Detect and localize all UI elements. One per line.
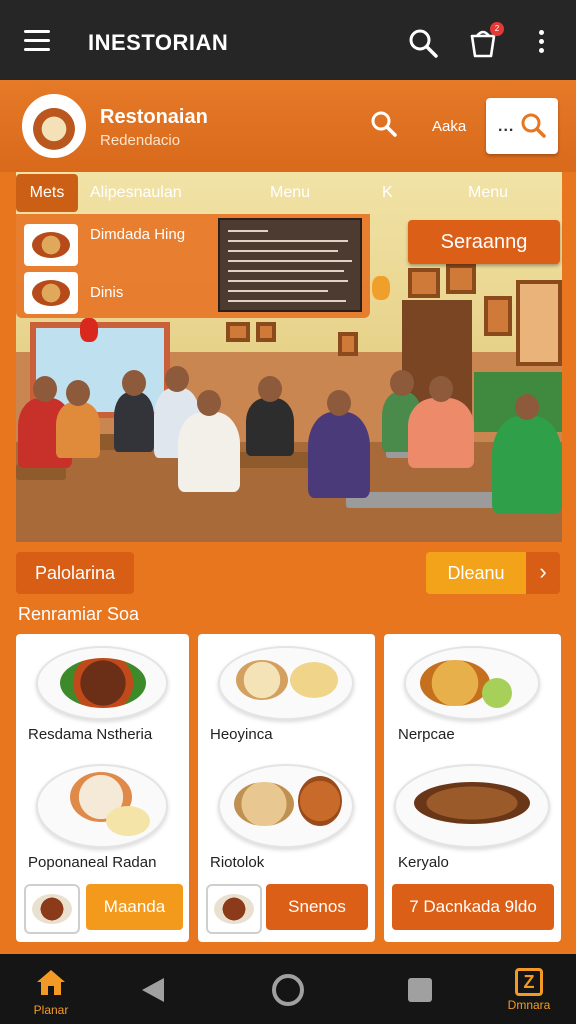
home-icon bbox=[37, 970, 65, 995]
tab-mets[interactable]: Mets bbox=[16, 174, 78, 212]
z-icon: Z bbox=[515, 968, 543, 996]
dish-image bbox=[404, 646, 540, 720]
product-card[interactable]: Resdama Nstheria Poponaneal Radan Maanda bbox=[16, 634, 189, 942]
browse-button[interactable]: Dleanu › bbox=[426, 552, 560, 594]
back-icon[interactable] bbox=[142, 978, 164, 1002]
nav-end-button[interactable]: Z Dmnara bbox=[498, 968, 560, 1012]
hamburger-menu-icon[interactable] bbox=[24, 30, 50, 52]
restaurant-name: Restonaian bbox=[100, 106, 208, 128]
tab-menu-secondary[interactable]: Menu bbox=[468, 184, 508, 202]
nav-home-label: Planar bbox=[33, 1003, 69, 1017]
dropdown-item-label: Dimdada Hing bbox=[90, 226, 186, 243]
card-action-button[interactable]: Maanda bbox=[86, 884, 183, 930]
search-box-button[interactable]: ... bbox=[486, 98, 558, 154]
restaurant-header: Restonaian Redendacio Aaka ... bbox=[0, 80, 576, 172]
card-action-button[interactable]: 7 Dacnkada 9ldo bbox=[392, 884, 554, 930]
serving-button[interactable]: Seraanng bbox=[408, 220, 560, 264]
dish-name: Riotolok bbox=[210, 854, 265, 871]
dish-image bbox=[394, 764, 550, 848]
home-circle-icon[interactable] bbox=[272, 974, 304, 1006]
search-box-prefix: ... bbox=[498, 118, 515, 135]
nav-home-button[interactable]: Planar bbox=[26, 968, 76, 1017]
dish-thumbnail bbox=[206, 884, 262, 934]
dish-name: Heoyinca bbox=[210, 726, 273, 743]
card-action-button[interactable]: Snenos bbox=[266, 884, 368, 930]
cart-button[interactable]: 2 bbox=[466, 22, 504, 60]
tab-k[interactable]: K bbox=[382, 184, 393, 202]
chevron-right-icon: › bbox=[526, 552, 560, 594]
search-icon[interactable] bbox=[408, 28, 438, 58]
tab-menu[interactable]: Menu bbox=[270, 184, 310, 202]
dish-name: Keryalo bbox=[398, 854, 449, 871]
nav-end-label: Dmnara bbox=[507, 998, 551, 1012]
menu-tab-bar: Mets Alipesnaulan Menu K Menu bbox=[16, 174, 546, 214]
browse-button-label: Dleanu bbox=[426, 552, 526, 594]
section-title: Renramiar Soa bbox=[18, 604, 140, 624]
restaurant-subtitle: Redendacio bbox=[100, 132, 181, 149]
dish-thumbnail bbox=[24, 884, 80, 934]
restaurant-logo bbox=[22, 94, 86, 158]
search-icon bbox=[521, 113, 546, 138]
dish-name: Poponaneal Radan bbox=[28, 854, 157, 871]
dropdown-item-label: Dinis bbox=[90, 284, 124, 301]
more-options-icon[interactable] bbox=[536, 30, 546, 56]
dish-image bbox=[36, 646, 168, 720]
dish-name: Resdama Nstheria bbox=[28, 726, 153, 743]
dish-name: Nerpcae bbox=[398, 726, 455, 743]
header-link[interactable]: Aaka bbox=[432, 118, 466, 135]
popular-pill-button[interactable]: Palolarina bbox=[16, 552, 134, 594]
dropdown-item[interactable]: Dinis bbox=[24, 272, 210, 316]
dish-image bbox=[218, 764, 354, 848]
top-app-bar: INESTORIAN 2 bbox=[0, 0, 576, 80]
dropdown-item[interactable]: Dimdada Hing bbox=[24, 224, 210, 268]
app-title: INESTORIAN bbox=[88, 30, 229, 55]
header-search-icon[interactable] bbox=[370, 110, 398, 138]
dish-thumbnail bbox=[24, 224, 78, 266]
dish-image bbox=[36, 764, 168, 848]
product-card[interactable]: Nerpcae Keryalo 7 Dacnkada 9ldo bbox=[384, 634, 561, 942]
bottom-nav-bar: Planar Z Dmnara bbox=[0, 954, 576, 1024]
product-card[interactable]: Heoyinca Riotolok Snenos bbox=[198, 634, 375, 942]
tab-alipesnaulan[interactable]: Alipesnaulan bbox=[90, 184, 182, 202]
recents-icon[interactable] bbox=[408, 978, 432, 1002]
cart-badge: 2 bbox=[490, 22, 504, 36]
menu-board-image bbox=[218, 218, 362, 312]
dish-image bbox=[218, 646, 354, 720]
dish-thumbnail bbox=[24, 272, 78, 314]
